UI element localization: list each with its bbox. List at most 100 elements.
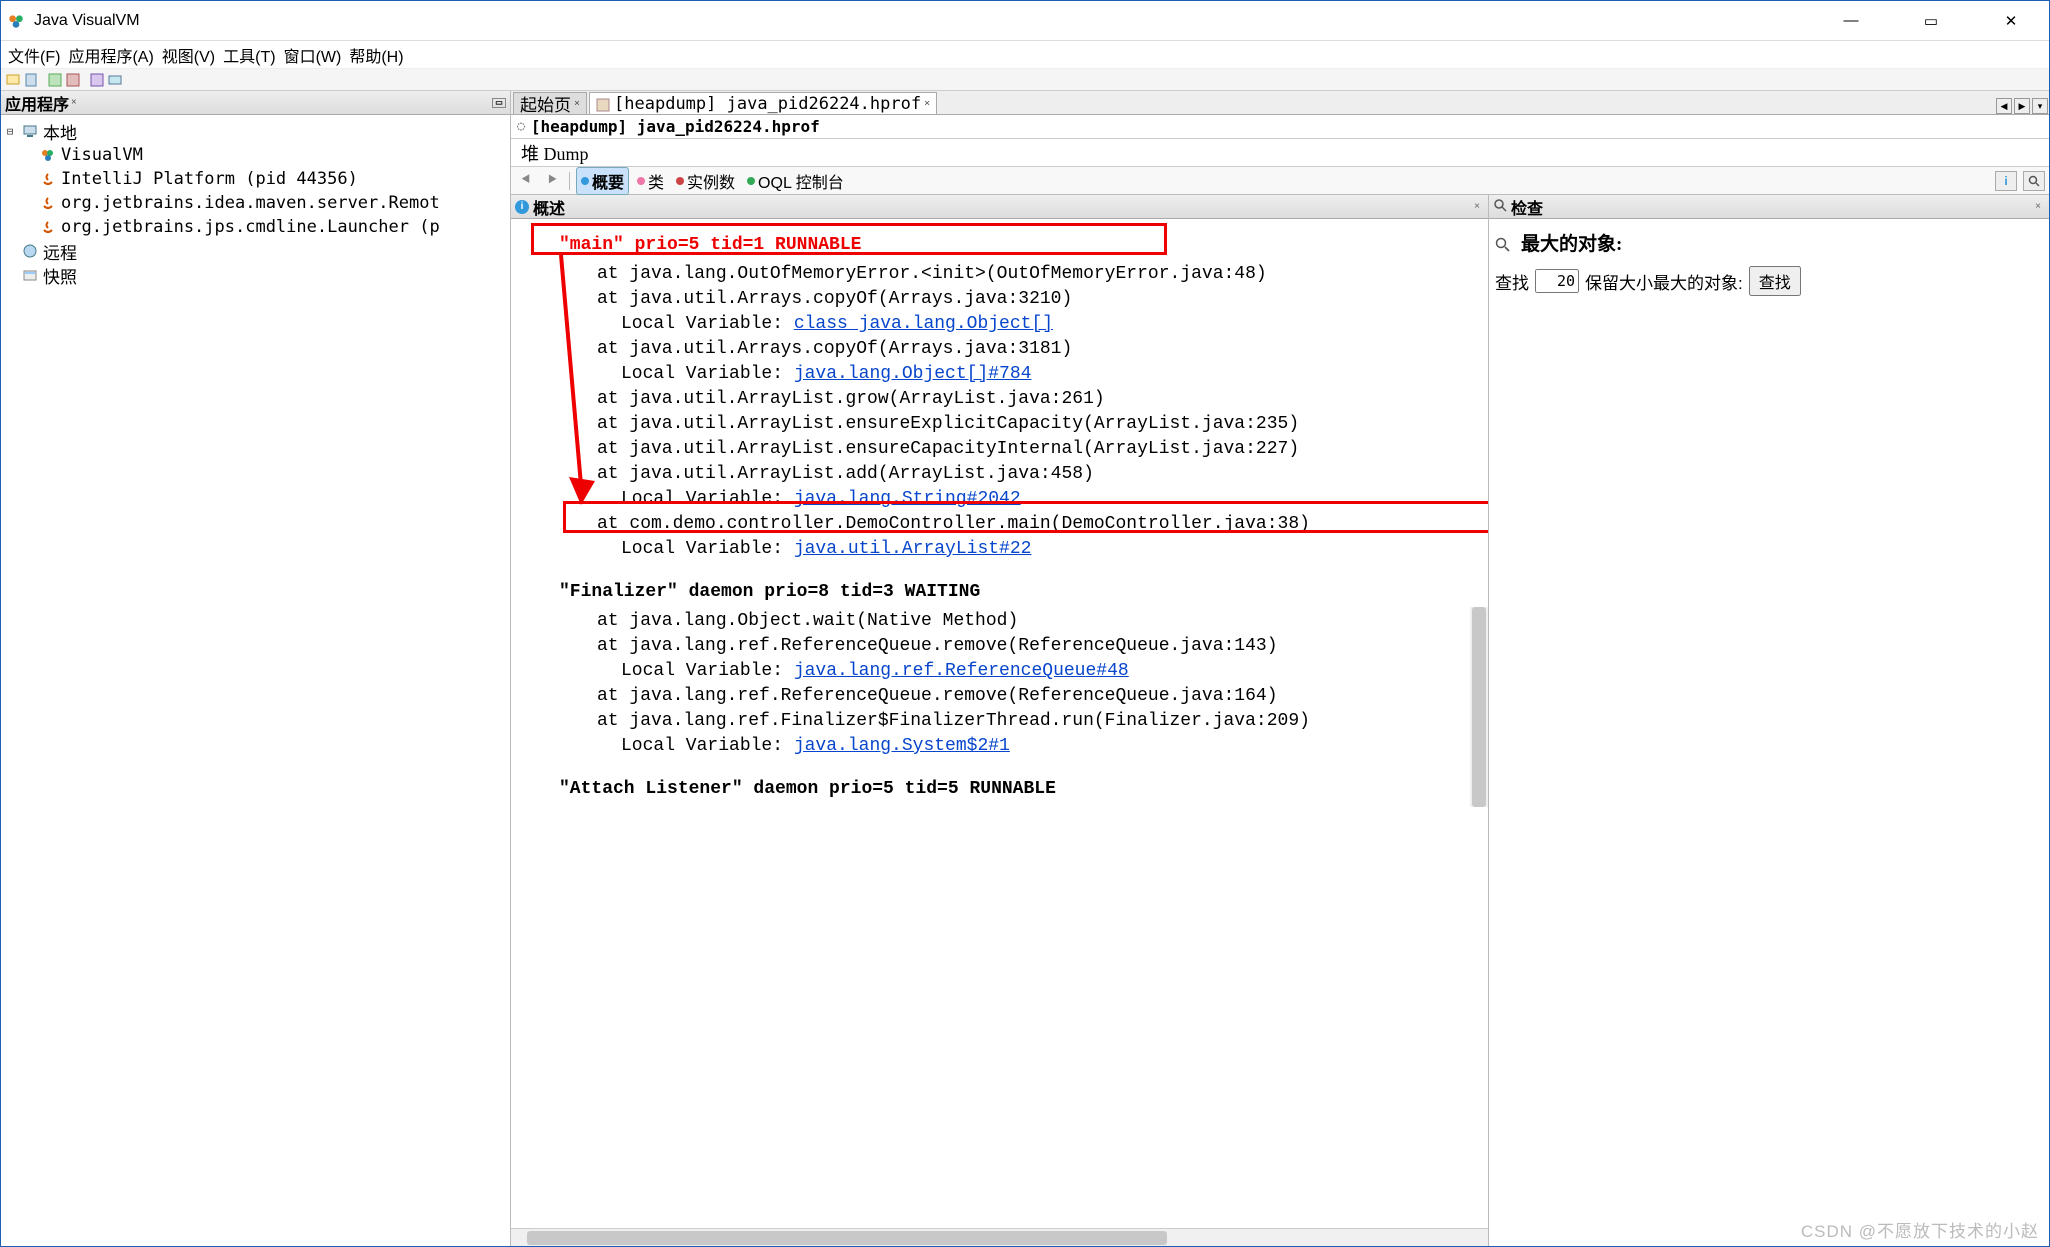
nav-fwd-icon[interactable]: ⯈ [541,171,563,191]
info-icon [581,177,589,185]
applications-tree[interactable]: ⊟本地 VisualVM IntelliJ Platform (pid 4435… [1,115,510,1246]
nav-info-button[interactable]: i [1995,171,2017,191]
object-link[interactable]: class java.lang.Object[] [794,314,1053,334]
find-button[interactable]: 查找 [1749,266,1801,296]
stack-line: at java.util.ArrayList.ensureExplicitCap… [597,412,1468,437]
toolbar-icon-1[interactable] [5,72,21,88]
watermark: CSDN @不愿放下技术的小赵 [1801,1217,2039,1242]
nav-overview[interactable]: 概要 [576,167,629,195]
search-icon [2028,175,2040,187]
toolbar-icon-2[interactable] [23,72,39,88]
panel-close-icon[interactable]: × [71,97,77,108]
search-icon [1493,198,1507,216]
overview-section-head: i 概述 × [511,195,1488,219]
find-count-input[interactable] [1535,269,1579,293]
nav-back-icon[interactable]: ⯇ [515,171,537,191]
nav-search-button[interactable] [2023,171,2045,191]
local-var: Local Variable: java.lang.String#2042 [621,487,1468,512]
heapdump-label: 堆 Dump [511,139,2049,167]
nav-classes[interactable]: 类 [633,168,668,194]
object-link[interactable]: java.util.ArrayList#22 [794,539,1032,559]
local-var: Local Variable: java.util.ArrayList#22 [621,537,1468,562]
inspect-section-head: 检查 × [1489,195,2049,219]
java-icon [39,194,57,212]
tab-prev-icon[interactable]: ◀ [1996,98,2012,114]
applications-title: 应用程序 [5,91,69,115]
close-button[interactable]: ✕ [1986,6,2036,36]
refresh-icon[interactable]: ◌ [517,119,525,134]
tree-node-jps[interactable]: org.jetbrains.jps.cmdline.Launcher (p [3,215,508,239]
object-link[interactable]: java.lang.String#2042 [794,489,1021,509]
thread-main: "main" prio=5 tid=1 RUNNABLE [559,233,1468,258]
thread-attach: "Attach Listener" daemon prio=5 tid=5 RU… [559,777,1468,802]
menubar: 文件(F) 应用程序(A) 视图(V) 工具(T) 窗口(W) 帮助(H) [1,41,2049,69]
host-icon [21,122,39,140]
window-title: Java VisualVM [34,12,1826,30]
local-var: Local Variable: java.lang.ref.ReferenceQ… [621,659,1468,684]
tree-node-local[interactable]: ⊟本地 [3,119,508,143]
menu-tools[interactable]: 工具(T) [221,41,277,69]
tab-heapdump[interactable]: [heapdump] java_pid26224.hprof× [589,92,937,114]
classes-icon [637,177,645,185]
vertical-scrollbar[interactable] [1470,607,1488,807]
local-var: Local Variable: class java.lang.Object[] [621,312,1468,337]
object-link[interactable]: java.lang.System$2#1 [794,736,1010,756]
local-var: Local Variable: java.lang.Object[]#784 [621,362,1468,387]
section-close-icon[interactable]: × [2035,201,2045,212]
tab-dropdown-icon[interactable]: ▾ [2032,98,2048,114]
tab-start[interactable]: 起始页× [513,92,587,114]
object-link[interactable]: java.lang.Object[]#784 [794,364,1032,384]
search-icon [1495,237,1511,258]
tree-node-visualvm[interactable]: VisualVM [3,143,508,167]
tab-next-icon[interactable]: ▶ [2014,98,2030,114]
tab-close-icon[interactable]: × [924,98,930,109]
stack-line: at java.util.ArrayList.grow(ArrayList.ja… [597,387,1468,412]
tree-node-snapshot[interactable]: 快照 [3,263,508,287]
stack-line: at java.util.ArrayList.ensureCapacityInt… [597,437,1468,462]
heapdump-navbar: ⯇ ⯈ 概要 类 实例数 OQL 控制台 i [511,167,2049,195]
toolbar-icon-5[interactable] [89,72,105,88]
menu-view[interactable]: 视图(V) [160,41,217,69]
maximize-button[interactable]: ▭ [1906,6,1956,36]
oql-icon [747,177,755,185]
menu-app[interactable]: 应用程序(A) [66,41,155,69]
tree-node-intellij[interactable]: IntelliJ Platform (pid 44356) [3,167,508,191]
snapshot-icon [21,266,39,284]
thread-finalizer: "Finalizer" daemon prio=8 tid=3 WAITING [559,580,1468,605]
minimize-button[interactable]: — [1826,6,1876,36]
stack-line: at java.lang.ref.ReferenceQueue.remove(R… [597,684,1468,709]
info-icon: i [515,200,529,214]
nav-oql[interactable]: OQL 控制台 [743,168,848,194]
horizontal-scrollbar[interactable] [511,1228,1488,1246]
editor-tabs: 起始页× [heapdump] java_pid26224.hprof× ◀ ▶… [511,91,2049,115]
toolbar-icon-3[interactable] [47,72,63,88]
stack-trace-view[interactable]: "main" prio=5 tid=1 RUNNABLE at java.lan… [511,219,1488,1228]
section-close-icon[interactable]: × [1474,201,1484,212]
toolbar-icon-6[interactable] [107,72,123,88]
java-icon [39,170,57,188]
instances-icon [676,177,684,185]
menu-file[interactable]: 文件(F) [6,41,62,69]
stack-line: at java.util.Arrays.copyOf(Arrays.java:3… [597,337,1468,362]
nav-instances[interactable]: 实例数 [672,168,739,194]
file-subtitle: ◌[heapdump] java_pid26224.hprof [511,115,2049,139]
stack-line: at java.lang.Object.wait(Native Method) [597,609,1468,634]
tab-close-icon[interactable]: × [574,98,580,109]
keep-label: 保留大小最大的对象: [1585,269,1743,294]
inspect-title: 最大的对象: [1521,229,1622,256]
main-toolbar [1,69,2049,91]
menu-window[interactable]: 窗口(W) [282,41,344,69]
tree-node-remote[interactable]: 远程 [3,239,508,263]
app-icon [6,11,26,31]
object-link[interactable]: java.lang.ref.ReferenceQueue#48 [794,661,1129,681]
panel-minimize-icon[interactable]: ▭ [492,98,506,108]
titlebar: Java VisualVM — ▭ ✕ [1,1,2049,41]
find-label: 查找 [1495,269,1529,294]
tree-node-maven[interactable]: org.jetbrains.idea.maven.server.Remot [3,191,508,215]
stack-line: at java.lang.OutOfMemoryError.<init>(Out… [597,262,1468,287]
stack-line: at java.lang.ref.ReferenceQueue.remove(R… [597,634,1468,659]
toolbar-icon-4[interactable] [65,72,81,88]
menu-help[interactable]: 帮助(H) [347,41,405,69]
remote-icon [21,242,39,260]
annotation-arrow [541,255,601,515]
